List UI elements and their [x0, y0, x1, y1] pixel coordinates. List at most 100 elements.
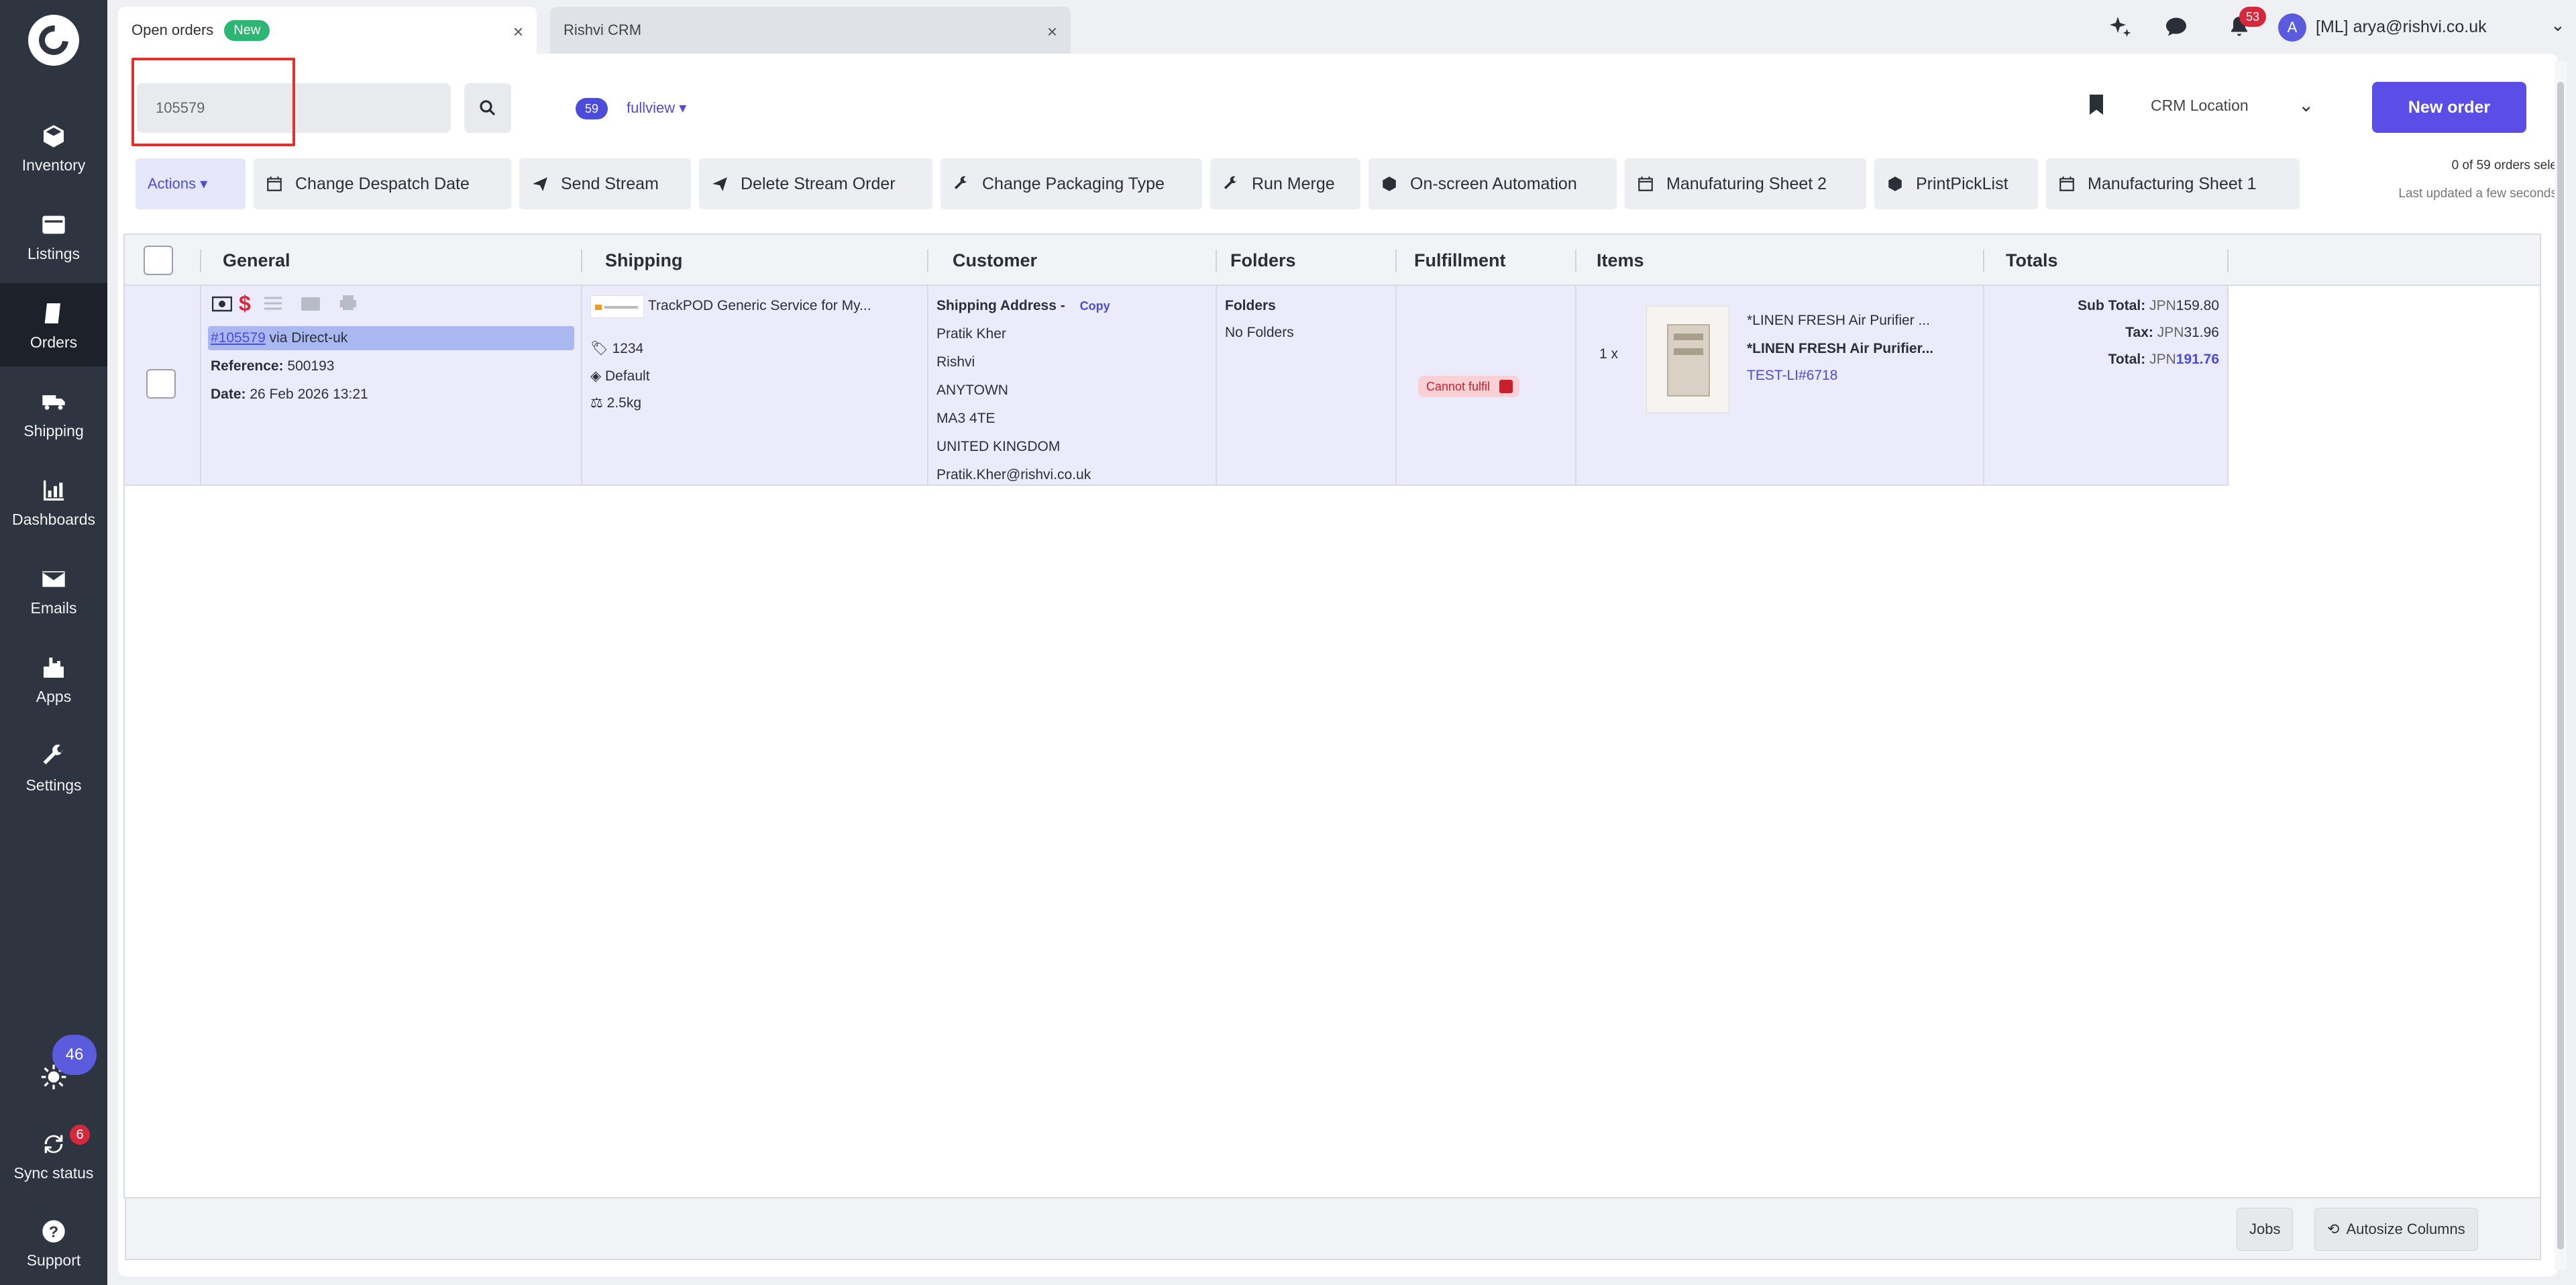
jobs-button[interactable]: Jobs [2237, 1208, 2294, 1251]
close-icon[interactable]: × [1047, 21, 1057, 42]
sync-status-badge: 6 [70, 1125, 90, 1145]
sidebar-item-shipping[interactable]: Shipping [0, 372, 107, 455]
fulfillment-status-badge[interactable]: Cannot fulfil [1418, 376, 1520, 397]
date-value: 26 Feb 2026 13:21 [250, 387, 368, 402]
actions-dropdown[interactable]: Actions ▾ [136, 158, 246, 209]
column-header-folders[interactable]: Folders [1230, 235, 1296, 286]
shipping-address-heading: Shipping Address - Copy [936, 298, 1110, 314]
order-search-input[interactable]: 105579 [137, 83, 451, 133]
wrench-icon [1224, 176, 1237, 189]
product-thumbnail[interactable] [1646, 306, 1729, 413]
scrollbar-thumb[interactable] [2557, 82, 2564, 1249]
column-header-general[interactable]: General [223, 235, 290, 286]
print-pick-list-button[interactable]: PrintPickList [1874, 158, 2038, 209]
general-cell: $ #105579 via Direct-uk Reference: 50019… [201, 286, 582, 486]
envelope-icon [39, 564, 68, 594]
column-header-customer[interactable]: Customer [953, 235, 1037, 286]
table-row[interactable]: $ #105579 via Direct-uk Reference: 50019… [125, 286, 2229, 486]
refresh-icon: ⟲ [2327, 1221, 2340, 1237]
top-right-controls: 53 A [ML] arya@rishvi.co.uk ⌄ [2106, 0, 2576, 55]
select-all-checkbox[interactable] [144, 235, 173, 286]
send-stream-button[interactable]: Send Stream [519, 158, 691, 209]
grid-header: General Shipping Customer Folders Fulfil… [125, 235, 2540, 286]
page-scrollbar[interactable] [2555, 62, 2567, 1270]
sidebar-item-listings[interactable]: Listings [0, 195, 107, 278]
change-despatch-date-button[interactable]: Change Despatch Date [254, 158, 511, 209]
avatar[interactable]: A [2278, 13, 2306, 42]
address-line: MA3 4TE [936, 411, 996, 426]
manufaturing-sheet-2-button[interactable]: Manufaturing Sheet 2 [1625, 158, 1866, 209]
search-button[interactable] [464, 83, 511, 133]
sidebar-item-dashboards[interactable]: Dashboards [0, 460, 107, 544]
user-account-label[interactable]: [ML] arya@rishvi.co.uk [2316, 17, 2487, 37]
notifications-count-badge: 46 [52, 1035, 97, 1075]
sidebar-item-orders[interactable]: Orders [0, 283, 107, 366]
notification-badge: 53 [2239, 7, 2266, 27]
send-icon [533, 177, 547, 191]
tracking-number: 🏷 1234 [590, 341, 643, 357]
address-line: Pratik Kher [936, 326, 1006, 342]
tab-open-orders[interactable]: Open orders New × [118, 7, 537, 54]
app-logo[interactable] [28, 15, 79, 66]
new-order-button[interactable]: New order [2372, 82, 2526, 133]
order-date: Date: 26 Feb 2026 13:21 [211, 387, 368, 403]
box-icon [1383, 176, 1396, 191]
autosize-label: Autosize Columns [2346, 1221, 2465, 1237]
sidebar-item-emails[interactable]: Emails [0, 549, 107, 632]
order-number-link[interactable]: #105579 via Direct-uk [211, 330, 347, 346]
tag-icon: 🏷 [590, 341, 608, 356]
tab-label: Open orders [131, 21, 214, 38]
sparkle-icon[interactable] [2106, 13, 2133, 40]
tab-label: Rishvi CRM [564, 21, 642, 38]
folders-heading-text: Folders [1225, 298, 1276, 313]
change-packaging-type-button[interactable]: Change Packaging Type [941, 158, 1202, 209]
run-merge-button[interactable]: Run Merge [1210, 158, 1360, 209]
fulfillment-cell: Cannot fulfil [1397, 286, 1576, 486]
sidebar-item-inventory[interactable]: Inventory [0, 106, 107, 189]
copy-address-link[interactable]: Copy [1080, 299, 1110, 313]
sidebar-item-sync-status[interactable]: Sync status [0, 1114, 107, 1197]
tab-rishvi-crm[interactable]: Rishvi CRM × [550, 7, 1071, 54]
calendar-icon [1638, 176, 1653, 191]
sidebar-label: Inventory [21, 156, 86, 174]
location-select[interactable]: CRM Location [2151, 97, 2249, 115]
print-icon[interactable] [338, 294, 358, 311]
total-label: Total: [2108, 352, 2146, 367]
column-header-shipping[interactable]: Shipping [605, 235, 682, 286]
address-line: UNITED KINGDOM [936, 439, 1061, 454]
chevron-down-icon[interactable]: ⌄ [2551, 15, 2565, 36]
card-icon [301, 297, 320, 311]
on-screen-automation-button[interactable]: On-screen Automation [1368, 158, 1617, 209]
column-header-totals[interactable]: Totals [2006, 235, 2058, 286]
autosize-columns-button[interactable]: ⟲ Autosize Columns [2314, 1208, 2478, 1251]
external-link-icon [1499, 380, 1513, 393]
chevron-down-icon[interactable]: ⌄ [2298, 94, 2314, 116]
sidebar-label: Emails [30, 599, 77, 617]
sidebar-item-apps[interactable]: Apps [0, 637, 107, 721]
sidebar-label: Support [26, 1251, 81, 1269]
column-header-items[interactable]: Items [1597, 235, 1644, 286]
item-title: *LINEN FRESH Air Purifier... [1747, 341, 1934, 356]
list-icon [264, 297, 282, 310]
wrench-icon [954, 176, 967, 189]
chat-icon[interactable] [2163, 13, 2190, 40]
close-icon[interactable]: × [513, 21, 523, 42]
button-label: Run Merge [1252, 174, 1335, 193]
tax-label: Tax: [2125, 325, 2153, 340]
sidebar-label: Apps [36, 687, 72, 705]
column-header-fulfillment[interactable]: Fulfillment [1414, 235, 1506, 286]
bookmark-icon[interactable] [2086, 93, 2106, 117]
sidebar-label: Dashboards [11, 510, 96, 528]
row-checkbox[interactable] [146, 369, 176, 399]
sidebar-item-settings[interactable]: Settings [0, 726, 107, 809]
sidebar-item-support[interactable]: ? Support [0, 1201, 107, 1284]
view-selector[interactable]: fullview ▾ [627, 99, 686, 117]
calendar-icon [267, 176, 282, 191]
item-sku-link[interactable]: TEST-LI#6718 [1747, 368, 1837, 384]
delete-stream-order-button[interactable]: Delete Stream Order [699, 158, 932, 209]
button-label: Send Stream [561, 174, 659, 193]
manufacturing-sheet-1-button[interactable]: Manufacturing Sheet 1 [2046, 158, 2300, 209]
apps-icon [39, 653, 68, 682]
order-number[interactable]: #105579 [211, 330, 266, 346]
truck-icon [39, 387, 68, 417]
